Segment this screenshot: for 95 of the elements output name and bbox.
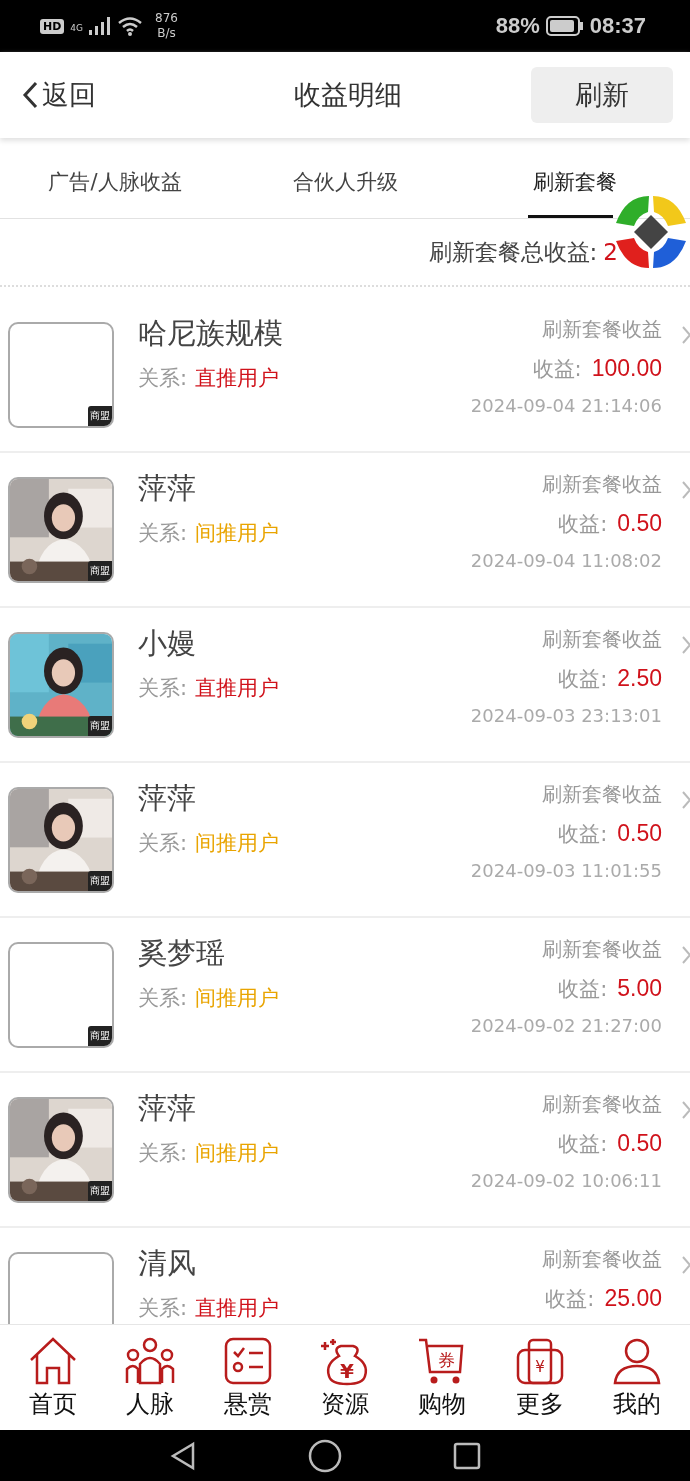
chevron-icon [682, 636, 690, 654]
relation-label: 关系: [138, 1141, 188, 1165]
amount-value: 0.50 [617, 510, 662, 536]
nav-item[interactable]: ¥ 更多 [513, 1335, 566, 1420]
record-time: 2024-09-02 21:27:00 [470, 1015, 662, 1036]
shop-badge: 商盟 [88, 715, 112, 736]
amount-label: 收益: [558, 512, 608, 536]
amount-label: 收益: [545, 1287, 595, 1311]
chevron-icon [682, 1256, 690, 1274]
avatar[interactable]: 商盟 [8, 786, 114, 893]
amount-label: 收益: [532, 357, 582, 381]
people-icon [124, 1335, 177, 1386]
tab[interactable]: 合伙人升级 [230, 145, 460, 218]
user-name: 萍萍 [138, 470, 197, 507]
refresh-button[interactable]: 刷新 [531, 67, 673, 123]
home-nav-icon[interactable] [308, 1438, 342, 1473]
relation-value: 间推用户 [195, 521, 280, 545]
shop-badge: 商盟 [88, 1025, 112, 1046]
nav-item[interactable]: 券 购物 [416, 1335, 469, 1420]
amount-value: 5.00 [617, 975, 662, 1001]
avatar[interactable]: 商盟 [8, 941, 114, 1048]
user-name: 小嫚 [138, 625, 197, 662]
amount-label: 收益: [558, 1132, 608, 1156]
relation-label: 关系: [138, 1296, 188, 1320]
chevron-icon [682, 946, 690, 964]
chevron-icon [682, 791, 690, 809]
shop-badge: 商盟 [88, 1180, 112, 1201]
nav-item[interactable]: 悬赏 [221, 1335, 274, 1420]
nav-item[interactable]: 首页 [26, 1335, 79, 1420]
back-button[interactable]: 返回 [22, 77, 164, 113]
amount-label: 收益: [558, 667, 608, 691]
user-name: 萍萍 [138, 1090, 197, 1127]
relation-label: 关系: [138, 831, 188, 855]
amount-value: 25.00 [604, 1285, 662, 1311]
income-type: 刷新套餐收益 [542, 316, 662, 343]
chevron-icon [682, 326, 690, 344]
network-type: 4G [70, 23, 84, 33]
shop-badge: 商盟 [88, 405, 112, 426]
total-label: 刷新套餐总收益: [428, 237, 598, 267]
avatar[interactable]: 商盟 [8, 631, 114, 738]
relation-label: 关系: [138, 676, 188, 700]
amount-value: 0.50 [617, 820, 662, 846]
relation-value: 间推用户 [195, 831, 280, 855]
hd-icon: HD [40, 18, 65, 34]
wifi-icon [117, 16, 144, 36]
income-type: 刷新套餐收益 [542, 1091, 662, 1118]
amount-value: 100.00 [591, 355, 662, 381]
battery-icon [545, 16, 584, 36]
income-type: 刷新套餐收益 [542, 1246, 662, 1273]
nav-item[interactable]: ¥ 资源 [318, 1335, 371, 1420]
chevron-icon [682, 481, 690, 499]
relation-value: 直推用户 [195, 1296, 280, 1320]
total-value: 2 [603, 239, 618, 265]
back-chevron-icon [22, 81, 38, 109]
amount-value: 0.50 [617, 1130, 662, 1156]
user-name: 奚梦瑶 [138, 935, 226, 972]
relation-value: 间推用户 [195, 986, 280, 1010]
shop-badge: 商盟 [88, 560, 112, 581]
speed-unit: B/s [157, 26, 176, 41]
user-name: 哈尼族规模 [138, 315, 284, 352]
avatar[interactable]: 商盟 [8, 321, 114, 428]
nav-item[interactable]: 我的 [611, 1335, 664, 1420]
chevron-icon [682, 1101, 690, 1119]
record-time: 2024-09-02 10:06:11 [470, 1170, 662, 1191]
relation-value: 间推用户 [195, 1141, 280, 1165]
amount-label: 收益: [558, 822, 608, 846]
record-time: 2024-09-04 11:08:02 [470, 550, 662, 571]
tab[interactable]: 刷新套餐 [460, 145, 690, 218]
amount-value: 2.50 [617, 665, 662, 691]
shop-badge: 商盟 [88, 870, 112, 891]
recents-nav-icon[interactable] [452, 1440, 482, 1471]
relation-label: 关系: [138, 986, 188, 1010]
avatar[interactable]: 商盟 [8, 1096, 114, 1203]
tab[interactable]: 广告/人脉收益 [0, 145, 230, 218]
avatar[interactable]: 商盟 [8, 476, 114, 583]
record-time: 2024-09-03 11:01:55 [470, 860, 662, 881]
income-type: 刷新套餐收益 [542, 626, 662, 653]
income-type: 刷新套餐收益 [542, 471, 662, 498]
user-name: 清风 [138, 1245, 197, 1282]
income-type: 刷新套餐收益 [542, 936, 662, 963]
income-type: 刷新套餐收益 [542, 781, 662, 808]
relation-value: 直推用户 [195, 366, 280, 390]
relation-value: 直推用户 [195, 676, 280, 700]
battery-percent: 88% [495, 13, 540, 39]
amount-label: 收益: [558, 977, 608, 1001]
relation-label: 关系: [138, 366, 188, 390]
nav-item[interactable]: 人脉 [124, 1335, 177, 1420]
clock: 08:37 [589, 13, 646, 39]
record-time: 2024-09-03 23:13:01 [470, 705, 662, 726]
record-time: 2024-09-04 21:14:06 [470, 395, 662, 416]
page-title: 收益明细 [292, 78, 403, 112]
relation-label: 关系: [138, 521, 188, 545]
user-name: 萍萍 [138, 780, 197, 817]
signal-icon [89, 17, 112, 35]
speed-value: 876 [155, 11, 178, 26]
